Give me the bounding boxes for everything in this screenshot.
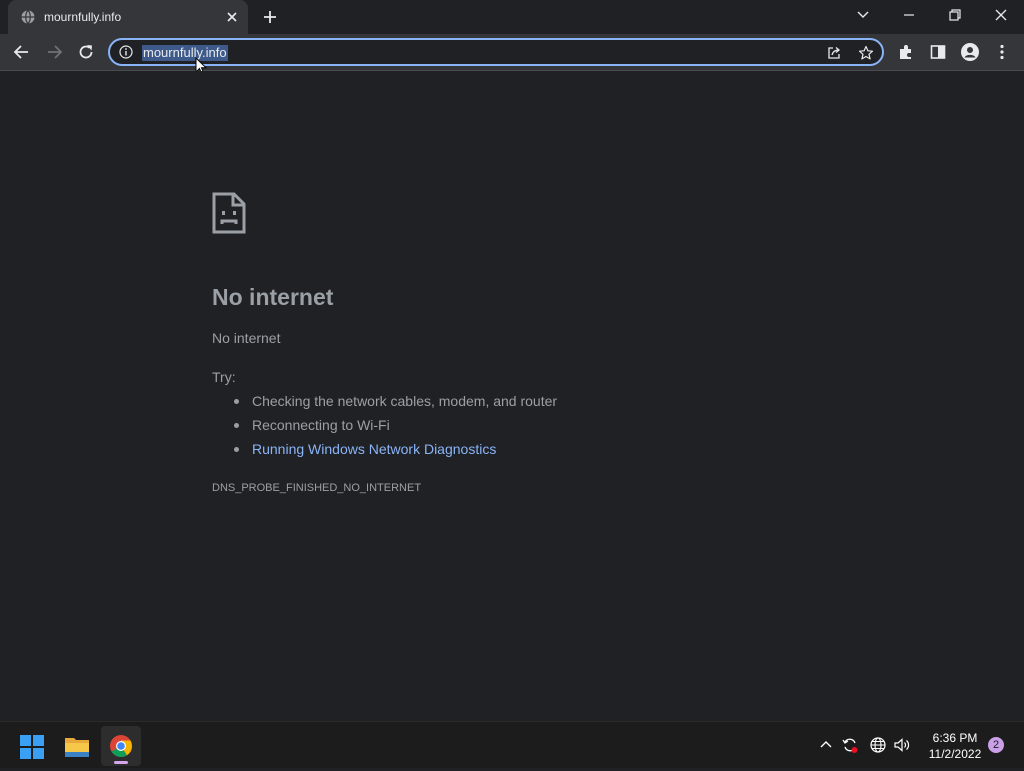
volume-icon[interactable] bbox=[893, 736, 911, 754]
chrome-icon bbox=[110, 735, 132, 757]
sync-error-icon[interactable] bbox=[841, 736, 859, 754]
error-subtitle: No internet bbox=[212, 330, 281, 346]
close-window-icon[interactable] bbox=[991, 6, 1011, 24]
suggestion-item: Running Windows Network Diagnostics bbox=[212, 440, 557, 464]
active-app-indicator bbox=[114, 761, 128, 764]
title-bar: mournfully.info bbox=[0, 0, 1024, 34]
notification-badge[interactable]: 2 bbox=[988, 737, 1004, 753]
suggestion-list: Checking the network cables, modem, and … bbox=[212, 392, 557, 464]
reload-icon[interactable] bbox=[76, 42, 96, 62]
bookmark-star-icon[interactable] bbox=[858, 45, 874, 61]
minimize-icon[interactable] bbox=[899, 6, 919, 24]
suggestion-text: Checking the network cables, modem, and … bbox=[252, 393, 558, 409]
close-tab-icon[interactable] bbox=[224, 9, 240, 25]
browser-toolbar: mournfully.info bbox=[0, 34, 1024, 71]
start-button[interactable] bbox=[12, 726, 52, 766]
forward-icon[interactable] bbox=[44, 42, 64, 62]
back-icon[interactable] bbox=[12, 42, 32, 62]
try-label: Try: bbox=[212, 369, 236, 385]
suggestion-item: Reconnecting to Wi-Fi bbox=[212, 416, 557, 440]
start-icon bbox=[20, 735, 44, 759]
network-globe-icon[interactable] bbox=[869, 736, 887, 754]
clock-date: 11/2/2022 bbox=[928, 747, 982, 761]
address-bar[interactable]: mournfully.info bbox=[108, 38, 884, 66]
file-explorer-button[interactable] bbox=[57, 726, 97, 766]
url-text[interactable]: mournfully.info bbox=[142, 45, 228, 61]
browser-tab[interactable]: mournfully.info bbox=[8, 0, 248, 34]
site-info-icon[interactable] bbox=[119, 45, 133, 59]
chevron-up-icon[interactable] bbox=[817, 736, 835, 754]
suggestion-item: Checking the network cables, modem, and … bbox=[212, 392, 557, 416]
taskbar-clock[interactable]: 6:36 PM 11/2/2022 bbox=[920, 730, 990, 762]
restore-icon[interactable] bbox=[945, 6, 965, 24]
taskbar: 6:36 PM 11/2/2022 2 bbox=[0, 721, 1024, 768]
tab-title: mournfully.info bbox=[44, 10, 122, 24]
new-tab-button[interactable] bbox=[261, 8, 279, 26]
error-code: DNS_PROBE_FINISHED_NO_INTERNET bbox=[212, 482, 422, 494]
network-diagnostics-link[interactable]: Running Windows Network Diagnostics bbox=[252, 441, 496, 457]
error-title: No internet bbox=[212, 284, 334, 310]
side-panel-icon[interactable] bbox=[928, 42, 948, 62]
page-content: No internet No internet Try: Checking th… bbox=[0, 71, 1024, 721]
tab-search-icon[interactable] bbox=[853, 6, 873, 24]
extensions-icon[interactable] bbox=[896, 42, 916, 62]
globe-icon bbox=[21, 10, 35, 24]
clock-time: 6:36 PM bbox=[932, 731, 978, 745]
menu-icon[interactable] bbox=[992, 42, 1012, 62]
profile-icon[interactable] bbox=[960, 42, 980, 62]
sad-page-icon bbox=[212, 192, 246, 234]
chrome-taskbar-button[interactable] bbox=[101, 726, 141, 766]
suggestion-text: Reconnecting to Wi-Fi bbox=[252, 417, 390, 433]
share-icon[interactable] bbox=[826, 45, 842, 61]
file-explorer-icon bbox=[65, 738, 89, 757]
